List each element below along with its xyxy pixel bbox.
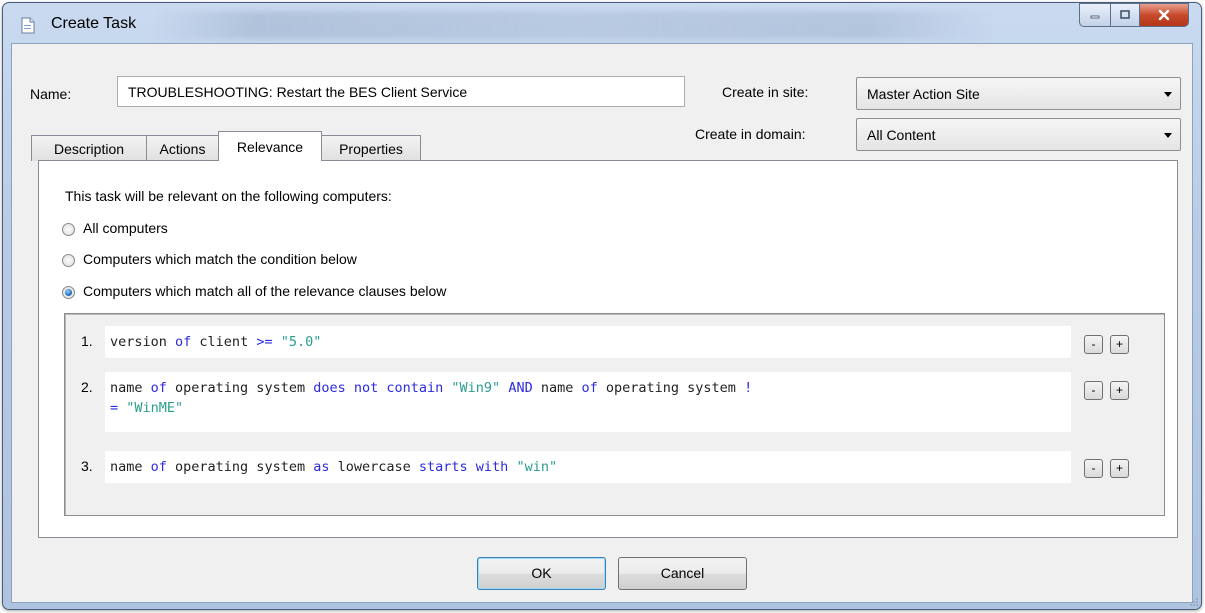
radio-all-computers[interactable] — [62, 223, 75, 236]
tab-description[interactable]: Description — [31, 135, 147, 161]
text-token: operating system — [597, 380, 745, 396]
option-relevance-clauses-label: Computers which match all of the relevan… — [83, 283, 447, 299]
site-dropdown[interactable]: Master Action Site — [856, 77, 1181, 110]
radio-relevance-clauses[interactable] — [62, 286, 75, 299]
resize-grip-icon[interactable] — [1189, 597, 1199, 607]
remove-clause-button[interactable]: - — [1084, 459, 1103, 478]
chevron-down-icon — [1164, 132, 1172, 138]
keyword-token: does not contain — [313, 380, 444, 396]
cancel-button[interactable]: Cancel — [618, 557, 747, 590]
text-token: operating system — [166, 459, 314, 475]
close-icon — [1158, 9, 1170, 21]
text-token: client — [191, 334, 257, 350]
text-token: name — [532, 380, 582, 396]
document-icon — [21, 17, 35, 34]
remove-clause-button[interactable]: - — [1084, 335, 1103, 354]
background-window-blur — [153, 11, 993, 39]
maximize-icon — [1120, 10, 1130, 19]
window-title: Create Task — [51, 15, 137, 32]
text-token: lowercase — [329, 459, 419, 475]
string-token: "Win9" — [451, 380, 501, 396]
domain-label: Create in domain: — [695, 126, 806, 142]
string-token: "WinME" — [126, 400, 184, 416]
remove-clause-button[interactable]: - — [1084, 381, 1103, 400]
text-token: name — [110, 380, 151, 396]
minimize-button[interactable] — [1079, 3, 1111, 27]
domain-dropdown[interactable]: All Content — [856, 118, 1181, 151]
name-label: Name: — [30, 86, 72, 102]
option-condition-label: Computers which match the condition belo… — [83, 251, 357, 267]
text-token: name — [110, 459, 151, 475]
minimize-icon — [1090, 15, 1100, 19]
keyword-token: starts with — [418, 459, 509, 475]
maximize-button[interactable] — [1111, 3, 1140, 27]
keyword-token: of — [150, 459, 167, 475]
add-clause-button[interactable]: + — [1110, 335, 1129, 354]
site-label: Create in site: — [722, 84, 809, 100]
text-token: version — [110, 334, 176, 350]
title-bar[interactable]: Create Task — [3, 3, 1201, 43]
clause-input-1[interactable]: version of client >= "5.0" — [105, 326, 1071, 358]
clause-input-2[interactable]: name of operating system does not contai… — [105, 372, 1071, 432]
clause-number: 2. — [81, 379, 93, 395]
tab-actions[interactable]: Actions — [146, 135, 219, 161]
close-button[interactable] — [1140, 3, 1189, 27]
tab-relevance[interactable]: Relevance — [218, 131, 322, 161]
relevance-intro: This task will be relevant on the follow… — [65, 188, 392, 204]
string-token: "win" — [516, 459, 558, 475]
tab-properties[interactable]: Properties — [321, 135, 421, 161]
keyword-token: AND — [508, 380, 533, 396]
keyword-token: as — [313, 459, 330, 475]
create-task-window: Create Task Name: TROUBLESHOOTING: Resta… — [2, 2, 1202, 610]
domain-dropdown-value: All Content — [867, 126, 936, 143]
clause-number: 3. — [81, 458, 93, 474]
keyword-token: of — [581, 380, 598, 396]
text-token: operating system — [166, 380, 314, 396]
site-dropdown-value: Master Action Site — [867, 85, 980, 102]
ok-button[interactable]: OK — [477, 557, 606, 590]
keyword-token: >= — [256, 334, 273, 350]
keyword-token: of — [175, 334, 192, 350]
chevron-down-icon — [1164, 91, 1172, 97]
option-all-computers-label: All computers — [83, 220, 168, 236]
clause-number: 1. — [81, 333, 93, 349]
clause-input-3[interactable]: name of operating system as lowercase st… — [105, 451, 1071, 483]
name-input[interactable]: TROUBLESHOOTING: Restart the BES Client … — [117, 76, 685, 107]
radio-condition[interactable] — [62, 254, 75, 267]
keyword-token: of — [150, 380, 167, 396]
add-clause-button[interactable]: + — [1110, 459, 1129, 478]
add-clause-button[interactable]: + — [1110, 381, 1129, 400]
string-token: "5.0" — [280, 334, 322, 350]
